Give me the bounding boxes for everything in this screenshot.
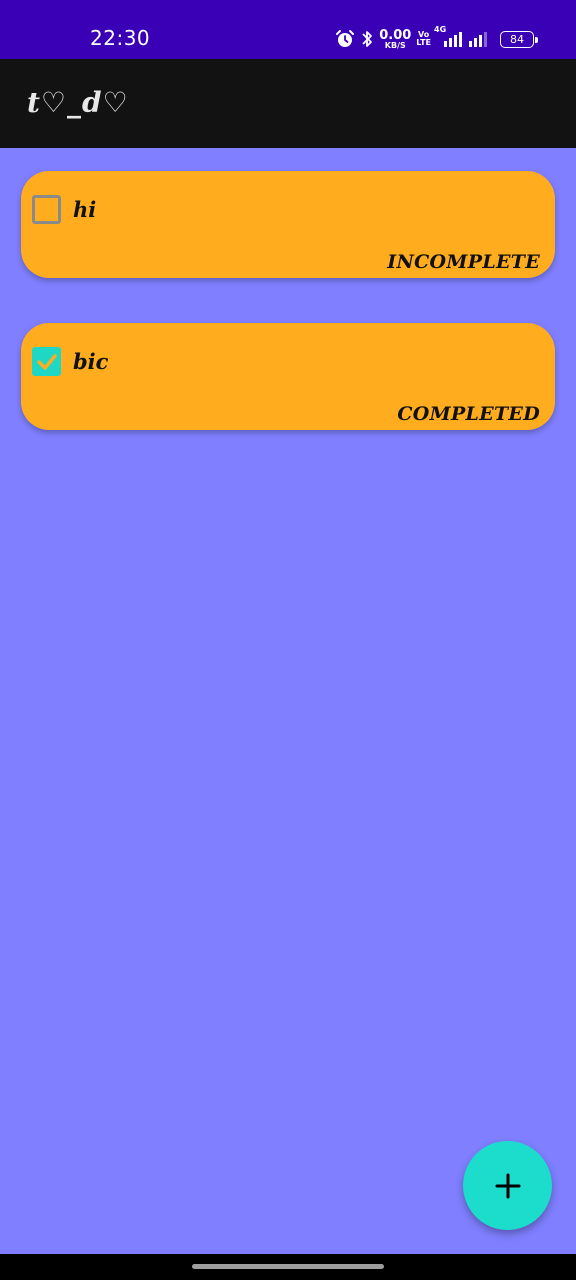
signal-icon <box>467 29 489 49</box>
task-card[interactable]: hi INCOMPLETE <box>21 171 555 278</box>
task-card[interactable]: bic COMPLETED <box>21 323 555 430</box>
volte-indicator: Vo LTE <box>416 30 431 47</box>
task-checkbox[interactable] <box>32 195 61 224</box>
bluetooth-icon <box>360 29 374 49</box>
task-checkbox[interactable] <box>32 347 61 376</box>
navigation-bar <box>0 1254 576 1280</box>
app-title: t♡_d♡ <box>27 86 129 119</box>
status-bar: 22:30 0.00 KB/S Vo LTE 4G 84 <box>0 0 576 59</box>
task-title: hi <box>73 197 97 222</box>
app-bar: t♡_d♡ <box>0 59 576 148</box>
home-indicator[interactable] <box>192 1264 384 1269</box>
task-status: INCOMPLETE <box>387 251 540 273</box>
network-speed: 0.00 KB/S <box>379 27 412 50</box>
add-task-button[interactable] <box>463 1141 552 1230</box>
battery-icon: 84 <box>500 30 538 48</box>
alarm-icon <box>335 29 355 49</box>
task-status: COMPLETED <box>397 403 540 425</box>
checkmark-icon <box>36 353 57 370</box>
task-title: bic <box>73 349 109 374</box>
signal-icon: 4G <box>434 25 462 49</box>
status-icons: 0.00 KB/S Vo LTE 4G 84 <box>335 25 538 52</box>
status-time: 22:30 <box>90 26 151 50</box>
plus-icon <box>495 1173 520 1198</box>
